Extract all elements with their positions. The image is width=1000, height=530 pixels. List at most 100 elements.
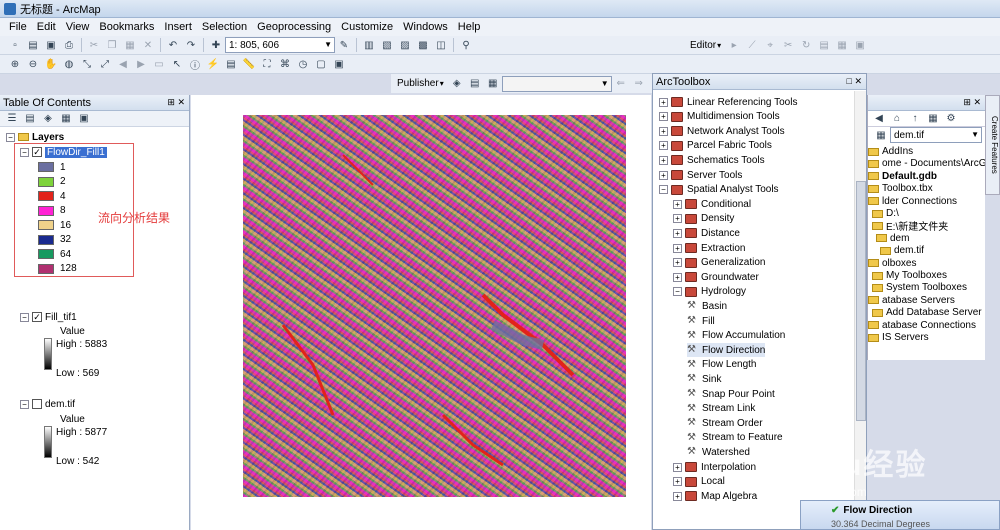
find-icon[interactable]: ⛶ xyxy=(259,56,275,72)
print-icon[interactable]: ⎙ xyxy=(61,37,77,53)
tool-item[interactable]: ⚒ Sink xyxy=(687,372,721,386)
paste-icon[interactable]: ▦ xyxy=(122,37,138,53)
menu-customize[interactable]: Customize xyxy=(336,21,398,33)
publisher-next-icon[interactable]: ⇒ xyxy=(631,76,647,92)
menu-bookmarks[interactable]: Bookmarks xyxy=(94,21,159,33)
toolset-item[interactable]: + Density xyxy=(673,212,734,226)
pin-icon[interactable]: ⊞ ✕ xyxy=(167,97,185,108)
toolset-item[interactable]: + Linear Referencing Tools xyxy=(659,95,797,109)
expand-icon[interactable]: + xyxy=(659,112,668,122)
folder-up-icon[interactable]: ↑ xyxy=(907,111,923,127)
expand-icon[interactable]: + xyxy=(659,126,668,136)
expand-icon[interactable]: + xyxy=(659,155,668,165)
toolset-item[interactable]: + Distance xyxy=(673,226,740,240)
delete-icon[interactable]: ✕ xyxy=(140,37,156,53)
go-to-xy-icon[interactable]: ⌘ xyxy=(277,56,293,72)
model-icon[interactable]: ◫ xyxy=(433,37,449,53)
list-by-selection-icon[interactable]: ▦ xyxy=(58,111,74,127)
expand-icon[interactable]: + xyxy=(673,491,682,501)
catalog-item[interactable]: E:\新建文件夹 xyxy=(872,219,948,233)
vertex-icon[interactable]: ⌖ xyxy=(762,37,778,53)
catalog-item[interactable]: My Toolboxes xyxy=(872,269,947,282)
open-icon[interactable]: ▤ xyxy=(25,37,41,53)
tool-item[interactable]: ⚒ Flow Accumulation xyxy=(687,329,785,343)
toolset-item[interactable]: + Interpolation xyxy=(673,460,756,474)
select-features-icon[interactable]: ▭ xyxy=(151,56,167,72)
sketch-props-icon[interactable]: ▦ xyxy=(834,37,850,53)
tool-item[interactable]: ⚒ Stream to Feature xyxy=(687,431,783,445)
new-icon[interactable]: ▫ xyxy=(7,37,23,53)
list-by-source-icon[interactable]: ▤ xyxy=(22,111,38,127)
menu-geoprocessing[interactable]: Geoprocessing xyxy=(252,21,336,33)
expand-icon[interactable]: + xyxy=(673,228,682,238)
publisher-prev-icon[interactable]: ⇐ xyxy=(613,76,629,92)
rotate-icon[interactable]: ↻ xyxy=(798,37,814,53)
time-slider-icon[interactable]: ◷ xyxy=(295,56,311,72)
tool-item[interactable]: ⚒ Stream Link xyxy=(687,402,755,416)
toolset-item[interactable]: − Hydrology xyxy=(673,285,746,299)
scale-combo[interactable]: 1: 805, 606 ▼ xyxy=(225,37,335,53)
layer-visibility-checkbox[interactable]: ✓ xyxy=(32,312,42,322)
layout-icon[interactable]: ▣ xyxy=(331,56,347,72)
process-notification[interactable]: ✔ Flow Direction 30.364 Decimal Degrees xyxy=(800,500,1000,530)
table-icon[interactable]: ▥ xyxy=(361,37,377,53)
measure-icon[interactable]: 📏 xyxy=(241,56,257,72)
tool-item[interactable]: ⚒ Stream Order xyxy=(687,416,763,430)
list-by-drawing-order-icon[interactable]: ☰ xyxy=(4,111,20,127)
expand-icon[interactable]: + xyxy=(673,477,682,487)
list-by-visibility-icon[interactable]: ◈ xyxy=(40,111,56,127)
catalog-location[interactable]: ▦ dem.tif ▼ xyxy=(868,127,985,143)
toolset-item[interactable]: + Groundwater xyxy=(673,270,759,284)
create-features-tab[interactable]: Create Features xyxy=(985,95,1000,195)
catalog-item[interactable]: atabase Servers xyxy=(868,294,955,307)
catalog-item[interactable]: Add Database Server xyxy=(872,306,982,319)
identify-icon[interactable]: ⓘ xyxy=(187,56,203,72)
catalog-item[interactable]: atabase Connections xyxy=(868,319,976,332)
layer-name[interactable]: dem.tif xyxy=(45,399,75,410)
catalog-item[interactable]: ome - Documents\ArcG xyxy=(868,157,986,170)
layers-node[interactable]: − Layers xyxy=(6,130,64,144)
collapse-icon[interactable]: − xyxy=(659,185,668,195)
layer-visibility-checkbox[interactable] xyxy=(32,399,42,409)
back-icon[interactable]: ◀ xyxy=(115,56,131,72)
collapse-icon[interactable]: − xyxy=(20,312,29,322)
publisher-package-icon[interactable]: ▤ xyxy=(467,76,483,92)
catalog-item[interactable]: dem.tif xyxy=(880,244,924,257)
catalog-item[interactable]: dem xyxy=(876,232,909,245)
editor-toolbar-icon[interactable]: ✎ xyxy=(336,37,352,53)
toolset-item[interactable]: + Schematics Tools xyxy=(659,153,765,167)
search-icon[interactable]: ⚲ xyxy=(458,37,474,53)
editor-menu[interactable]: Editor xyxy=(690,40,716,51)
options-icon[interactable]: ▣ xyxy=(76,111,92,127)
pan-icon[interactable]: ✋ xyxy=(43,56,59,72)
expand-icon[interactable]: + xyxy=(659,141,668,151)
catalog-item[interactable]: Default.gdb xyxy=(868,170,937,183)
publisher-map-icon[interactable]: ▦ xyxy=(485,76,501,92)
expand-icon[interactable]: + xyxy=(673,258,682,268)
tool-item[interactable]: ⚒ Flow Direction xyxy=(687,343,766,358)
menu-help[interactable]: Help xyxy=(453,21,486,33)
catalog-item[interactable]: IS Servers xyxy=(868,331,929,344)
expand-icon[interactable]: + xyxy=(659,97,668,107)
collapse-icon[interactable]: − xyxy=(673,287,682,297)
fixed-zoom-out-icon[interactable]: ⤢ xyxy=(97,56,113,72)
menu-file[interactable]: File xyxy=(4,21,32,33)
create-features-icon[interactable]: ▣ xyxy=(852,37,868,53)
catalog-item[interactable]: Toolbox.tbx xyxy=(868,182,933,195)
options-icon[interactable]: ⚙ xyxy=(943,111,959,127)
publisher-combo[interactable]: ▼ xyxy=(501,75,612,92)
expand-icon[interactable]: + xyxy=(673,272,682,282)
tool-item[interactable]: ⚒ Fill xyxy=(687,314,715,328)
catalog-item[interactable]: lder Connections xyxy=(868,195,957,208)
toolset-item[interactable]: + Map Algebra xyxy=(673,489,757,503)
attributes-icon[interactable]: ▤ xyxy=(816,37,832,53)
expand-icon[interactable]: + xyxy=(673,199,682,209)
toolset-item[interactable]: + Local xyxy=(673,475,725,489)
catalog-item[interactable]: System Toolboxes xyxy=(872,281,967,294)
viewer-icon[interactable]: ▢ xyxy=(313,56,329,72)
catalog-item[interactable]: olboxes xyxy=(868,257,916,270)
redo-icon[interactable]: ↷ xyxy=(183,37,199,53)
layer-fill-tif[interactable]: − ✓ Fill_tif1 xyxy=(20,310,77,324)
python-icon[interactable]: ▩ xyxy=(415,37,431,53)
toolset-item[interactable]: + Server Tools xyxy=(659,168,742,182)
